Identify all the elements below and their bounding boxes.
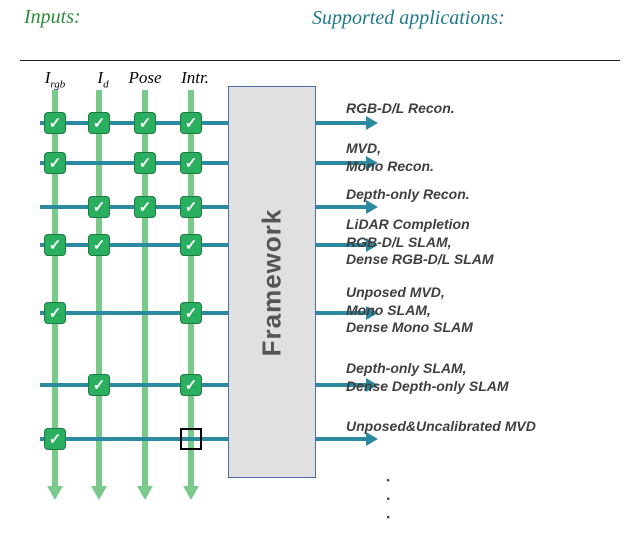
application-label: RGB-D/L Recon. (346, 100, 455, 118)
arrow-right-icon (366, 116, 378, 130)
check-icon (44, 152, 66, 174)
flow-line (316, 205, 368, 209)
check-icon (180, 196, 202, 218)
check-icon (180, 152, 202, 174)
check-icon (44, 428, 66, 450)
application-label: Unposed MVD, Mono SLAM, Dense Mono SLAM (346, 284, 473, 337)
col-header-rgb: Irgb (32, 68, 78, 90)
input-flow-pose (142, 90, 148, 490)
arrow-down-icon (137, 486, 153, 500)
check-icon (134, 196, 156, 218)
col-header-pose: Pose (122, 68, 168, 88)
ellipsis-icon: ... (382, 478, 400, 533)
check-icon (44, 234, 66, 256)
applications-title: Supported applications: (312, 6, 505, 30)
application-label: Unposed&Uncalibrated MVD (346, 418, 536, 436)
application-label: Depth-only Recon. (346, 186, 470, 204)
arrow-down-icon (91, 486, 107, 500)
check-icon (134, 152, 156, 174)
col-header-depth: Id (80, 68, 126, 90)
flow-line (316, 121, 368, 125)
framework-label: Framework (257, 208, 288, 356)
inputs-title: Inputs: (24, 6, 81, 29)
check-icon (44, 112, 66, 134)
check-icon (180, 374, 202, 396)
divider (20, 60, 620, 61)
check-icon (180, 234, 202, 256)
check-icon (88, 374, 110, 396)
check-icon (44, 302, 66, 324)
check-icon (134, 112, 156, 134)
check-icon (88, 196, 110, 218)
check-icon (88, 234, 110, 256)
unchecked-box-icon (180, 428, 202, 450)
check-icon (88, 112, 110, 134)
application-label: MVD, Mono Recon. (346, 140, 434, 175)
framework-block: Framework (228, 86, 316, 478)
arrow-down-icon (47, 486, 63, 500)
check-icon (180, 302, 202, 324)
application-label: LiDAR Completion RGB-D/L SLAM, Dense RGB… (346, 216, 494, 269)
input-flow-depth (96, 90, 102, 490)
col-header-intr: Intr. (172, 68, 218, 88)
application-label: Depth-only SLAM, Dense Depth-only SLAM (346, 360, 509, 395)
flow-line (316, 437, 368, 441)
check-icon (180, 112, 202, 134)
arrow-down-icon (183, 486, 199, 500)
